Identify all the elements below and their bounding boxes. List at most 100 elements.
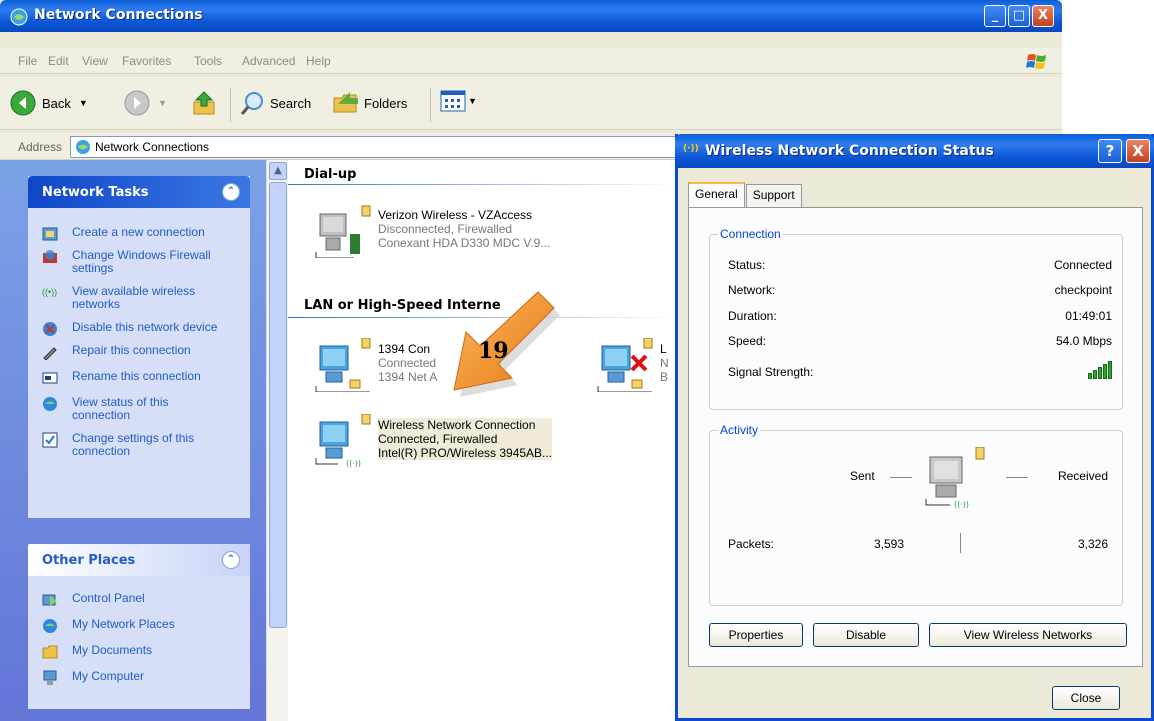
forward-button[interactable]: ▼ xyxy=(124,90,167,116)
status-value: Connected xyxy=(1053,258,1112,272)
svg-text:((·)): ((·)) xyxy=(346,459,361,468)
packets-label: Packets: xyxy=(728,537,775,551)
sent-label: Sent xyxy=(850,469,875,483)
other-places-title: Other Places xyxy=(42,553,136,568)
scroll-up-button[interactable]: ▲ xyxy=(269,162,287,180)
menu-tools[interactable]: Tools xyxy=(194,54,222,68)
general-tab-panel: Connection Status: Connected Network: ch… xyxy=(688,207,1143,667)
connection-group-title: Connection xyxy=(718,227,783,241)
vertical-scrollbar[interactable]: ▲ xyxy=(266,160,288,721)
menu-file[interactable]: File xyxy=(18,54,37,68)
place-control-panel[interactable]: Control Panel xyxy=(28,592,250,606)
collapse-icon[interactable]: ⌃ xyxy=(222,183,240,201)
back-dropdown-icon[interactable]: ▼ xyxy=(79,98,88,108)
network-tasks-panel: Network Tasks ⌃ Create a new connection … xyxy=(28,176,250,518)
network-tasks-header[interactable]: Network Tasks ⌃ xyxy=(28,176,250,208)
connection-groupbox: Connection Status: Connected Network: ch… xyxy=(709,227,1123,410)
task-pane: Network Tasks ⌃ Create a new connection … xyxy=(0,160,266,721)
other-places-header[interactable]: Other Places ⌃ xyxy=(28,544,250,576)
annotation-number: 19 xyxy=(478,338,509,364)
network-connections-icon xyxy=(76,140,90,154)
menu-advanced[interactable]: Advanced xyxy=(242,54,295,68)
task-repair-connection[interactable]: Repair this connection xyxy=(28,344,250,360)
standard-toolbar: Back ▼ ▼ Search Folders ▼ xyxy=(0,78,1062,130)
annotation-arrow: 19 xyxy=(453,291,560,397)
place-my-network-places[interactable]: My Network Places xyxy=(28,618,250,633)
dialup-computer-icon xyxy=(315,205,371,258)
main-titlebar[interactable]: Network Connections _ □ X xyxy=(0,0,1062,32)
address-value: Network Connections xyxy=(95,140,210,154)
dialog-title: Wireless Network Connection Status xyxy=(705,143,994,159)
forward-arrow-icon xyxy=(124,90,150,116)
folder-icon xyxy=(42,645,58,659)
back-button[interactable]: Back ▼ xyxy=(10,90,88,116)
menu-help[interactable]: Help xyxy=(306,54,331,68)
disable-button[interactable]: Disable xyxy=(813,623,919,647)
minimize-button[interactable]: _ xyxy=(984,5,1006,27)
scroll-thumb[interactable] xyxy=(269,182,287,628)
packets-received-value: 3,326 xyxy=(1077,537,1108,551)
collapse-icon[interactable]: ⌃ xyxy=(222,551,240,569)
verizon-device: Conexant HDA D330 MDC V.9... xyxy=(378,236,551,250)
forward-dropdown-icon[interactable]: ▼ xyxy=(158,98,167,108)
task-view-status[interactable]: View status of this connection xyxy=(28,396,250,422)
wireless-status: Connected, Firewalled xyxy=(378,432,498,446)
menu-favorites[interactable]: Favorites xyxy=(122,54,171,68)
lan-disconnected-icon xyxy=(597,338,653,392)
main-close-button[interactable]: X xyxy=(1032,5,1054,27)
folders-label: Folders xyxy=(364,95,408,111)
maximize-button[interactable]: □ xyxy=(1008,5,1030,27)
wireless-device: Intel(R) PRO/Wireless 3945AB... xyxy=(378,446,553,460)
svg-text:((·)): ((·)) xyxy=(954,500,969,509)
lan-computer-icon xyxy=(315,338,371,392)
lan-partial-name: L xyxy=(660,342,667,356)
main-window-title: Network Connections xyxy=(34,7,203,23)
computer-icon xyxy=(43,670,57,685)
network-connections-icon xyxy=(10,8,28,26)
view-wireless-networks-button[interactable]: View Wireless Networks xyxy=(929,623,1127,647)
verizon-status: Disconnected, Firewalled xyxy=(378,222,513,236)
back-arrow-icon xyxy=(10,90,36,116)
disable-device-icon xyxy=(43,322,57,336)
firewall-icon xyxy=(43,250,57,263)
place-my-documents[interactable]: My Documents xyxy=(28,644,250,659)
activity-group-title: Activity xyxy=(718,423,761,437)
up-folder-icon[interactable] xyxy=(190,90,218,118)
search-button[interactable]: Search xyxy=(240,90,311,116)
close-button[interactable]: Close xyxy=(1052,686,1120,710)
address-label: Address xyxy=(18,140,63,154)
wireless-computer-icon: ((·)) xyxy=(315,414,371,468)
folders-button[interactable]: Folders xyxy=(332,90,407,116)
views-button[interactable]: ▼ xyxy=(440,90,477,112)
windows-flag-icon xyxy=(1026,54,1046,69)
group-dialup: Dial-up xyxy=(304,167,357,182)
dialog-titlebar[interactable]: (·)) Wireless Network Connection Status … xyxy=(675,134,1154,168)
tab-support[interactable]: Support xyxy=(745,184,802,208)
dialog-close-x-button[interactable]: X xyxy=(1126,139,1150,163)
rename-icon xyxy=(42,372,58,384)
views-dropdown-icon: ▼ xyxy=(468,96,477,106)
received-label: Received xyxy=(1057,469,1108,483)
new-connection-icon xyxy=(42,227,58,241)
tab-general[interactable]: General xyxy=(688,182,745,208)
properties-button[interactable]: Properties xyxy=(709,623,803,647)
search-label: Search xyxy=(270,95,312,111)
task-change-settings[interactable]: Change settings of this connection xyxy=(28,432,250,458)
task-rename-connection[interactable]: Rename this connection xyxy=(28,370,250,384)
wireless-name: Wireless Network Connection xyxy=(378,418,536,432)
wireless-icon: ((•)) xyxy=(42,287,58,297)
task-disable-device[interactable]: Disable this network device xyxy=(28,321,250,336)
activity-groupbox: Activity Sent ((·)) Received Packets: 3,… xyxy=(709,423,1123,606)
task-view-wireless[interactable]: ((•)) View available wireless networks xyxy=(28,285,250,311)
menu-view[interactable]: View xyxy=(82,54,108,68)
task-create-connection[interactable]: Create a new connection xyxy=(28,226,250,241)
network-places-icon xyxy=(43,619,57,633)
menu-edit[interactable]: Edit xyxy=(48,54,69,68)
wrench-icon xyxy=(43,347,57,360)
other-places-panel: Other Places ⌃ Control Panel My Network … xyxy=(28,544,250,709)
task-change-firewall[interactable]: Change Windows Firewall settings xyxy=(28,249,250,275)
place-my-computer[interactable]: My Computer xyxy=(28,670,250,685)
activity-computer-icon: ((·)) xyxy=(925,447,985,509)
help-button[interactable]: ? xyxy=(1098,139,1122,163)
network-tasks-title: Network Tasks xyxy=(42,185,149,200)
